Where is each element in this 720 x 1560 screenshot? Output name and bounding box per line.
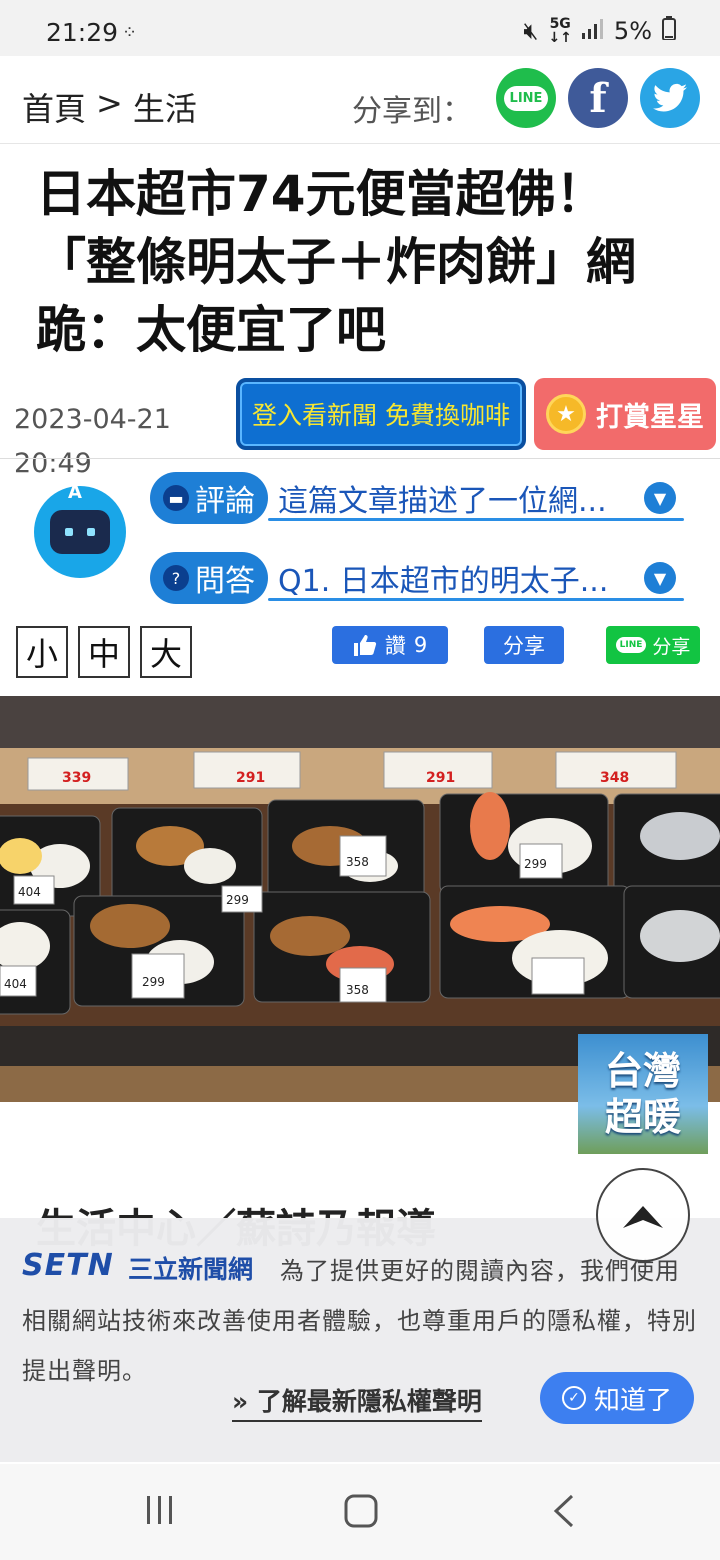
check-icon: ✓ <box>561 1386 586 1410</box>
tab-comment-label: 評論 <box>195 484 255 519</box>
notification-icon: ⁘ <box>122 22 137 43</box>
svg-text:299: 299 <box>226 893 249 907</box>
line-share-button[interactable]: LINE <box>496 68 556 128</box>
ai-comment-row[interactable]: ▬ 評論 這篇文章描述了一位網... ▼ <box>150 472 684 526</box>
system-nav-bar <box>0 1464 720 1560</box>
article-title: 日本超市74元便當超佛！「整條明太子＋炸肉餅」網跪：太便宜了吧 <box>36 165 636 359</box>
comment-summary[interactable]: 這篇文章描述了一位網... <box>278 476 638 520</box>
like-count: 9 <box>413 633 428 657</box>
svg-text:348: 348 <box>600 770 629 786</box>
status-time: 21:29 <box>46 18 119 47</box>
chevron-down-icon[interactable]: ▼ <box>644 562 676 594</box>
recent-apps-button[interactable] <box>144 1494 176 1530</box>
ok-label: 知道了 <box>593 1385 672 1416</box>
like-label: 讚 <box>384 634 406 658</box>
article-date-day: 2023-04-21 <box>14 404 171 435</box>
facebook-share-small-button[interactable]: 分享 <box>484 626 564 664</box>
svg-text:404: 404 <box>4 977 27 991</box>
tip-star-label: 打賞星星 <box>596 401 704 433</box>
line-share-small-button[interactable]: LINE 分享 <box>606 626 700 664</box>
qa-summary[interactable]: Q1. 日本超市的明太子... <box>278 556 638 600</box>
question-icon: ? <box>163 565 189 591</box>
font-size-large-button[interactable]: 大 <box>140 626 192 678</box>
signal-icon <box>581 17 604 45</box>
divider <box>0 458 720 459</box>
login-coffee-button[interactable]: 登入看新聞 免費換咖啡 <box>236 378 526 450</box>
share-label: 分享到： <box>352 94 472 129</box>
mute-icon: 🔇︎ <box>523 17 539 45</box>
badge-line2: 超暖 <box>604 1095 681 1139</box>
robot-label: A <box>68 482 82 503</box>
ai-robot-icon: A <box>34 482 126 578</box>
status-indicators: 🔇︎ 5G ↓↑ 5% <box>523 16 676 46</box>
font-size-medium-button[interactable]: 中 <box>78 626 130 678</box>
comment-icon: ▬ <box>163 485 189 511</box>
tip-star-button[interactable]: ★ 打賞星星 <box>534 378 716 450</box>
facebook-like-button[interactable]: 讚 9 <box>332 626 448 664</box>
svg-text:339: 339 <box>62 770 91 786</box>
line-icon: LINE <box>615 637 647 653</box>
badge-line1: 台灣 <box>604 1049 681 1093</box>
svg-text:299: 299 <box>524 857 547 871</box>
home-button[interactable] <box>344 1494 378 1532</box>
back-button[interactable] <box>552 1494 576 1532</box>
chevron-up-icon <box>623 1206 663 1228</box>
tab-qa-label: 問答 <box>195 564 255 599</box>
chevron-down-icon[interactable]: ▼ <box>644 482 676 514</box>
thumbs-up-icon <box>353 635 376 656</box>
breadcrumb-separator: > <box>96 84 123 122</box>
font-size-small-button[interactable]: 小 <box>16 626 68 678</box>
svg-text:404: 404 <box>18 885 41 899</box>
recent-apps-icon <box>147 1496 172 1524</box>
privacy-link-label: 了解最新隱私權聲明 <box>256 1387 482 1416</box>
line-share-label: 分享 <box>652 635 691 658</box>
double-chevron-icon: » <box>232 1387 249 1416</box>
breadcrumb-life[interactable]: 生活 <box>133 84 197 130</box>
twitter-icon <box>653 83 687 112</box>
line-icon: LINE <box>503 85 549 111</box>
status-bar: 21:29 ⁘ 🔇︎ 5G ↓↑ 5% <box>0 0 720 56</box>
network-icon: 5G ↓↑ <box>548 16 572 46</box>
battery-icon <box>662 16 676 46</box>
tab-comment[interactable]: ▬ 評論 <box>150 472 268 524</box>
header: 首頁 > 生活 分享到： LINE f <box>0 56 720 144</box>
setn-brand: 三立新聞網 <box>128 1255 254 1284</box>
svg-text:291: 291 <box>236 770 265 786</box>
breadcrumb: 首頁 > 生活 <box>22 84 197 130</box>
back-icon <box>553 1494 574 1528</box>
svg-text:299: 299 <box>142 975 165 989</box>
facebook-share-button[interactable]: f <box>568 68 628 128</box>
privacy-banner: 為了提供更好的閱讀內容，我們使用相關網站技術來改善使用者體驗，也尊重用戶的隱私權… <box>0 1218 720 1462</box>
breadcrumb-home[interactable]: 首頁 <box>22 84 86 130</box>
svg-text:291: 291 <box>426 770 455 786</box>
svg-text:358: 358 <box>346 983 369 997</box>
svg-text:358: 358 <box>346 855 369 869</box>
twitter-share-button[interactable] <box>640 68 700 128</box>
tab-qa[interactable]: ? 問答 <box>150 552 268 604</box>
privacy-ok-button[interactable]: ✓ 知道了 <box>540 1372 694 1424</box>
home-icon <box>344 1494 378 1528</box>
star-icon: ★ <box>546 394 586 434</box>
ai-qa-row[interactable]: ? 問答 Q1. 日本超市的明太子... ▼ <box>150 552 684 606</box>
battery-percent: 5% <box>613 17 652 45</box>
scroll-top-button[interactable] <box>596 1168 690 1262</box>
setn-logo: SETN <box>22 1248 114 1283</box>
taiwan-warm-badge[interactable]: 台灣 超暖 <box>578 1034 708 1154</box>
privacy-policy-link[interactable]: » 了解最新隱私權聲明 <box>232 1382 482 1422</box>
facebook-icon: f <box>589 74 607 122</box>
